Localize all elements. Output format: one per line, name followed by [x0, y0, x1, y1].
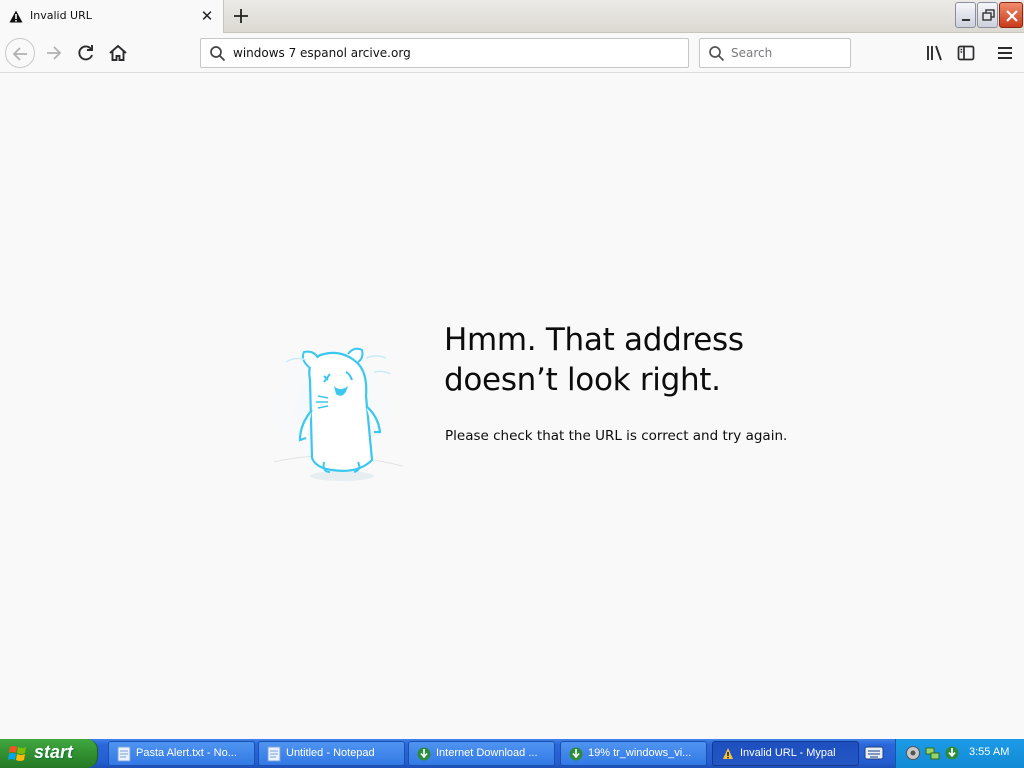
keyboard-icon[interactable]	[864, 744, 884, 762]
tab-strip: Invalid URL ✕	[0, 0, 1024, 33]
navigation-toolbar: windows 7 espanol arcive.org Search	[0, 33, 1024, 73]
tab-close-icon[interactable]: ✕	[199, 8, 215, 24]
notepad-icon	[267, 746, 281, 762]
task-label: 19% tr_windows_vi...	[588, 747, 692, 759]
system-tray: 3:55 AM	[895, 739, 1024, 768]
warning-icon	[9, 10, 23, 23]
task-label: Invalid URL - Mypal	[740, 747, 836, 759]
forward-button[interactable]	[40, 39, 68, 67]
error-description: Please check that the URL is correct and…	[445, 428, 788, 444]
error-page: Hmm. That address doesn’t look right. Pl…	[0, 74, 1024, 739]
error-title: Hmm. That address doesn’t look right.	[444, 322, 744, 398]
search-input[interactable]: Search	[731, 46, 772, 60]
new-tab-icon[interactable]	[230, 5, 252, 27]
close-icon	[1006, 10, 1018, 22]
taskbar-item-internet-download-manager[interactable]: Internet Download ...	[408, 741, 555, 766]
library-icon[interactable]	[922, 41, 946, 65]
home-button[interactable]	[104, 39, 132, 67]
reload-button[interactable]	[72, 39, 100, 67]
task-label: Internet Download ...	[436, 747, 538, 759]
reload-icon	[78, 45, 93, 61]
search-bar[interactable]: Search	[699, 38, 851, 68]
idm-icon	[417, 747, 431, 761]
mypal-icon	[723, 748, 733, 759]
search-icon	[709, 46, 725, 62]
network-status-icon[interactable]	[905, 745, 921, 761]
taskbar-item-untitled-notepad[interactable]: Untitled - Notepad	[258, 741, 405, 766]
back-arrow-icon	[12, 47, 27, 61]
hamburger-menu-icon[interactable]	[993, 41, 1017, 65]
taskbar-item-mypal[interactable]: Invalid URL - Mypal	[712, 741, 859, 766]
task-label: Pasta Alert.txt - No...	[136, 747, 237, 759]
window-close-button[interactable]	[999, 2, 1023, 28]
minimize-icon	[962, 19, 970, 21]
start-button[interactable]: start	[0, 739, 98, 768]
download-manager-tray-icon[interactable]	[944, 745, 960, 761]
back-button[interactable]	[5, 38, 35, 68]
url-input[interactable]: windows 7 espanol arcive.org	[233, 46, 411, 60]
task-label: Untitled - Notepad	[286, 747, 375, 759]
tab-invalid-url[interactable]: Invalid URL ✕	[0, 0, 224, 33]
network-connection-icon[interactable]	[925, 745, 941, 761]
home-icon	[109, 44, 127, 61]
taskbar-item-pasta-alert[interactable]: Pasta Alert.txt - No...	[108, 741, 255, 766]
restore-button[interactable]	[977, 2, 998, 28]
tab-title: Invalid URL	[30, 9, 92, 22]
sidebar-icon[interactable]	[954, 41, 978, 65]
restore-icon	[982, 9, 995, 21]
idm-icon	[569, 747, 583, 761]
start-label: start	[34, 742, 74, 762]
search-icon	[210, 46, 226, 62]
taskbar-item-download-progress[interactable]: 19% tr_windows_vi...	[560, 741, 707, 766]
url-bar[interactable]: windows 7 espanol arcive.org	[200, 38, 689, 68]
minimize-button[interactable]	[955, 2, 976, 28]
taskbar: start Pasta Alert.txt - No... Untitled -…	[0, 739, 1024, 768]
forward-arrow-icon	[47, 46, 62, 60]
notepad-icon	[117, 746, 131, 762]
windows-logo-icon	[8, 746, 26, 761]
clock[interactable]: 3:55 AM	[969, 746, 1009, 758]
confused-creature-illustration	[268, 347, 403, 481]
